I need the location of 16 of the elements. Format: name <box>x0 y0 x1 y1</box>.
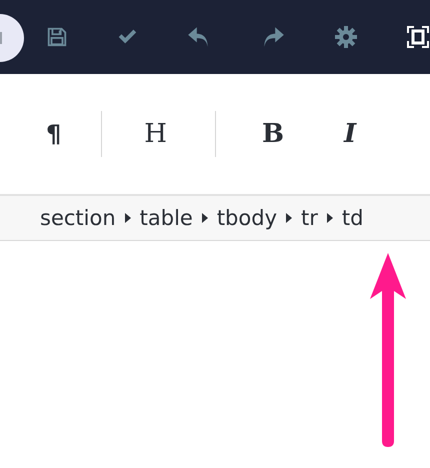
breadcrumb-item[interactable]: section <box>40 206 116 230</box>
save-icon[interactable] <box>46 26 68 48</box>
italic-button[interactable]: I <box>344 121 356 147</box>
caret-icon <box>326 213 333 223</box>
paragraph-button[interactable]: ¶ <box>46 122 62 146</box>
caret-icon <box>202 213 208 223</box>
settings-icon[interactable] <box>334 25 358 49</box>
fullscreen-icon[interactable] <box>406 25 430 49</box>
caret-icon <box>124 213 131 223</box>
heading-button[interactable]: H <box>144 121 167 147</box>
breadcrumb-item[interactable]: tr <box>301 206 318 230</box>
caret-icon <box>286 213 292 223</box>
breadcrumb-item[interactable]: td <box>342 206 364 230</box>
breadcrumb-item[interactable]: table <box>140 206 193 230</box>
breadcrumb-item[interactable]: tbody <box>216 206 277 230</box>
bold-button[interactable]: B <box>262 121 284 147</box>
